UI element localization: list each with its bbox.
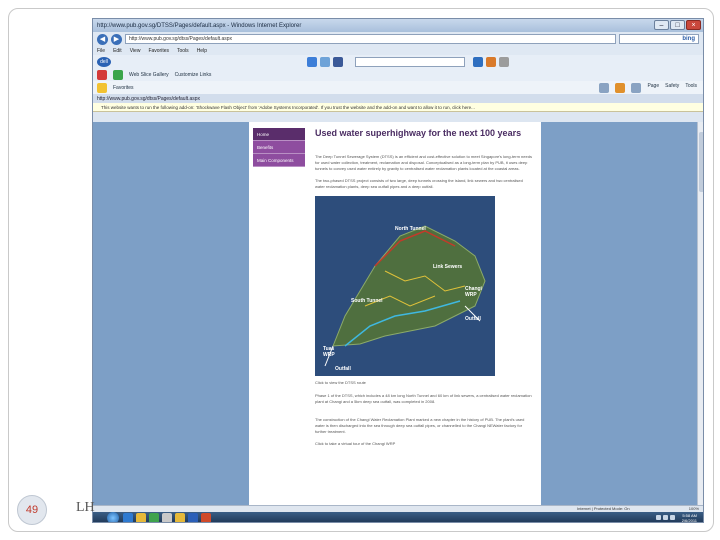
paragraph: The Deep Tunnel Sewerage System (DTSS) i…	[315, 154, 532, 171]
maximize-button[interactable]: □	[670, 20, 685, 30]
menu-view[interactable]: View	[130, 48, 141, 54]
links-bar: Web Slice Gallery Customize Links	[93, 69, 703, 81]
menu-help[interactable]: Help	[197, 48, 207, 54]
search-go-icon[interactable]	[473, 57, 483, 67]
paragraph: Phase 1 of the DTSS, which includes a 48…	[315, 393, 532, 404]
taskbar: 5:58 AM 2/6/2011	[93, 512, 703, 523]
home-icon[interactable]	[599, 83, 610, 93]
slide-footer-text: LH	[76, 500, 95, 515]
tray-icon[interactable]	[670, 515, 675, 520]
share-icon[interactable]	[320, 57, 330, 67]
powerpoint-icon[interactable]	[201, 513, 211, 522]
addon-icon[interactable]	[486, 57, 496, 67]
taskbar-icons	[123, 513, 211, 522]
map-label-changi-wrp: Changi WRP	[465, 286, 482, 298]
menu-edit[interactable]: Edit	[113, 48, 122, 54]
favorites-star-icon[interactable]	[97, 82, 107, 93]
twitter-icon[interactable]	[307, 57, 317, 67]
menu-bar: File Edit View Favorites Tools Help	[93, 46, 703, 55]
toolbar-row: dell	[93, 55, 703, 69]
map-caption[interactable]: Click to view the DTSS route	[315, 380, 533, 387]
page-viewport: Home Benefits Main Components Used water…	[93, 122, 703, 505]
clock-date: 2/6/2011	[681, 518, 697, 523]
browser-window: http://www.pub.gov.sg/DTSS/Pages/default…	[92, 18, 704, 523]
mcafee-icon[interactable]	[97, 70, 107, 80]
toolbar-search-input[interactable]	[355, 57, 465, 67]
social-icons	[307, 57, 343, 67]
facebook-icon[interactable]	[333, 57, 343, 67]
close-button[interactable]: ×	[686, 20, 701, 30]
tour-caption[interactable]: Click to take a virtual tour of the Chan…	[315, 441, 533, 448]
link-customize-links[interactable]: Customize Links	[175, 72, 212, 78]
dtss-map: North Tunnel Link Sewers South Tunnel Ch…	[315, 196, 495, 376]
link-web-slice-gallery[interactable]: Web Slice Gallery	[129, 72, 169, 78]
tab-row: http://www.pub.gov.sg/dtss/Pages/default…	[93, 94, 703, 103]
vertical-scrollbar[interactable]	[697, 122, 703, 505]
map-label-link-sewers: Link Sewers	[433, 264, 463, 270]
menu-file[interactable]: File	[97, 48, 105, 54]
search-box[interactable]: bing	[619, 34, 699, 44]
window-title: http://www.pub.gov.sg/DTSS/Pages/default…	[97, 22, 302, 29]
favorites-label[interactable]: Favorites	[113, 85, 134, 91]
favorites-bar: Favorites Page Safety Tools	[93, 81, 703, 94]
window-icon[interactable]	[162, 513, 172, 522]
page-menu[interactable]: Page	[647, 83, 659, 93]
safety-menu[interactable]: Safety	[665, 83, 679, 93]
clock[interactable]: 5:58 AM 2/6/2011	[681, 513, 697, 523]
print-icon[interactable]	[631, 83, 642, 93]
slide-page-number: 49	[17, 495, 47, 525]
minimize-button[interactable]: –	[654, 20, 669, 30]
map-label-outfall-west: Outfall	[335, 366, 351, 372]
title-bar: http://www.pub.gov.sg/DTSS/Pages/default…	[93, 19, 703, 32]
page-title: Used water superhighway for the next 100…	[315, 128, 522, 138]
information-bar[interactable]: This website wants to run the following …	[93, 103, 703, 112]
nav-home[interactable]: Home	[253, 128, 305, 141]
paragraph: The construction of the Changi Water Rec…	[315, 417, 525, 434]
toolbar-right-icons	[473, 57, 509, 67]
slide: http://www.pub.gov.sg/DTSS/Pages/default…	[0, 0, 720, 540]
scroll-thumb[interactable]	[699, 132, 703, 192]
map-label-north-tunnel: North Tunnel	[395, 226, 426, 232]
forward-icon[interactable]: ▶	[111, 33, 122, 45]
ie-icon[interactable]	[123, 513, 133, 522]
dell-logo-icon: dell	[97, 57, 111, 67]
start-button[interactable]	[107, 512, 119, 522]
active-tab[interactable]: http://www.pub.gov.sg/dtss/Pages/default…	[97, 96, 200, 102]
nav-main-components[interactable]: Main Components	[253, 154, 305, 167]
feeds-icon[interactable]	[615, 83, 626, 93]
tools-menu[interactable]: Tools	[685, 83, 697, 93]
word-icon[interactable]	[188, 513, 198, 522]
back-icon[interactable]: ◀	[97, 33, 108, 45]
explorer-icon[interactable]	[136, 513, 146, 522]
paragraph: The two-phased DTSS project consists of …	[315, 178, 523, 189]
command-bar: Page Safety Tools	[599, 83, 697, 93]
folder-icon[interactable]	[175, 513, 185, 522]
system-tray	[656, 515, 675, 520]
status-bar: Internet | Protected Mode: On 100%	[93, 505, 703, 512]
map-label-south-tunnel: South Tunnel	[351, 298, 383, 304]
menu-tools[interactable]: Tools	[177, 48, 189, 54]
side-nav: Home Benefits Main Components	[253, 128, 305, 167]
address-row: ◀ ▶ http://www.pub.gov.sg/dtss/Pages/def…	[93, 32, 703, 46]
menu-favorites[interactable]: Favorites	[148, 48, 169, 54]
nav-benefits[interactable]: Benefits	[253, 141, 305, 154]
map-label-tuas-wrp: Tuas WRP	[323, 346, 335, 358]
tray-icon[interactable]	[663, 515, 668, 520]
settings-icon[interactable]	[499, 57, 509, 67]
address-bar[interactable]: http://www.pub.gov.sg/dtss/Pages/default…	[125, 34, 616, 44]
tray-icon[interactable]	[656, 515, 661, 520]
web-page: Home Benefits Main Components Used water…	[249, 122, 541, 505]
media-icon[interactable]	[149, 513, 159, 522]
map-label-outfall-east: Outfall	[465, 316, 481, 322]
article: Used water superhighway for the next 100…	[315, 128, 533, 448]
addon-green-icon[interactable]	[113, 70, 123, 80]
